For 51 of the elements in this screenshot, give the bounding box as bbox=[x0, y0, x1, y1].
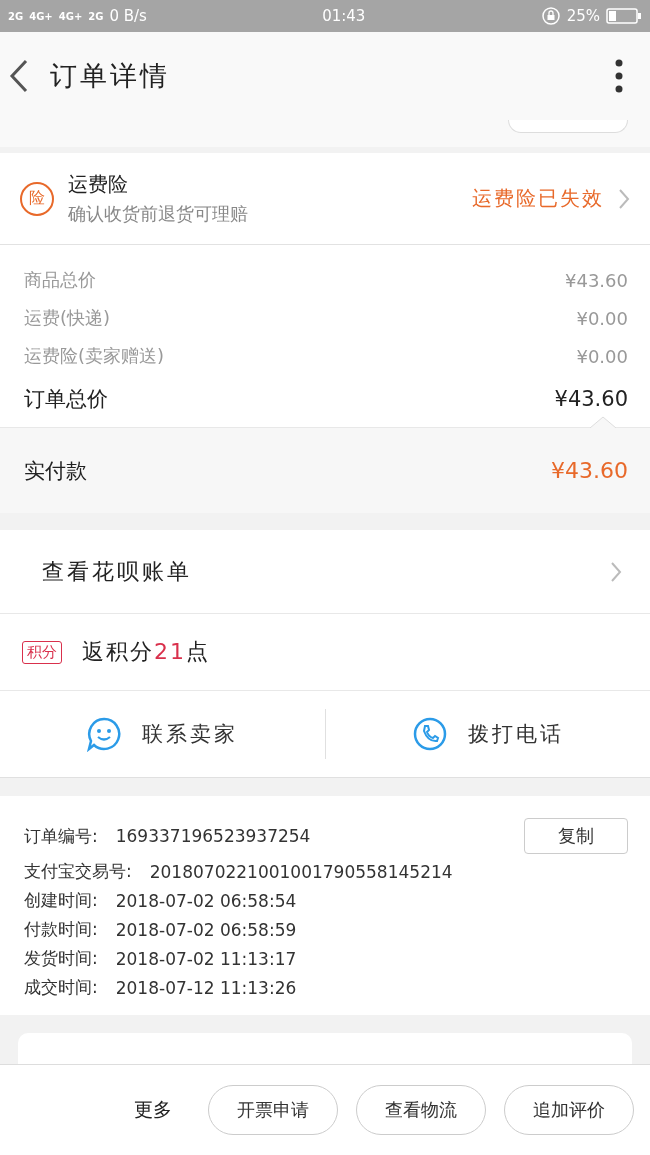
action-button[interactable]: 开票申请 bbox=[208, 1085, 338, 1135]
info-value: 2018070221001001790558145214 bbox=[149, 861, 454, 882]
points-tag: 积分 bbox=[22, 640, 62, 664]
chevron-right-icon bbox=[618, 187, 630, 210]
clock: 01:43 bbox=[322, 7, 366, 25]
page-title: 订单详情 bbox=[50, 59, 171, 93]
battery-percent: 25% bbox=[566, 7, 600, 25]
info-label: 发货时间: bbox=[24, 947, 98, 970]
copy-button[interactable]: 复制 bbox=[524, 818, 628, 854]
action-button[interactable]: 查看物流 bbox=[356, 1085, 486, 1135]
price-label: 商品总价 bbox=[24, 268, 96, 292]
price-label: 运费(快递) bbox=[24, 306, 111, 330]
price-label: 运费险(卖家赠送) bbox=[24, 344, 165, 368]
network-label: 4G+ bbox=[29, 10, 53, 22]
points-text: 返积分21 点 bbox=[82, 638, 210, 666]
info-label: 创建时间: bbox=[24, 889, 98, 912]
network-label: 2G bbox=[8, 10, 24, 22]
phone-icon bbox=[411, 716, 448, 752]
info-value: 2018-07-02 06:58:54 bbox=[115, 890, 298, 911]
info-label: 付款时间: bbox=[24, 918, 98, 941]
call-button[interactable]: 拨打电话 bbox=[324, 709, 650, 759]
info-value: 2018-07-02 11:13:17 bbox=[115, 948, 298, 969]
network-label: 2G bbox=[88, 10, 104, 22]
chat-bubble-icon bbox=[86, 716, 123, 752]
info-value: 2018-07-02 06:58:59 bbox=[115, 919, 298, 940]
insurance-badge: 险 bbox=[20, 181, 54, 216]
huabei-row[interactable]: 查看花呗账单 bbox=[0, 530, 650, 614]
price-value: ¥43.60 bbox=[565, 269, 628, 291]
contact-seller-button[interactable]: 联系卖家 bbox=[0, 709, 325, 759]
info-label: 订单编号: bbox=[24, 824, 98, 848]
action-button[interactable]: 追加评价 bbox=[504, 1085, 634, 1135]
more-link[interactable]: 更多 bbox=[134, 1097, 172, 1123]
rotation-lock-icon bbox=[540, 6, 561, 26]
price-value: ¥0.00 bbox=[576, 345, 628, 367]
network-label: 4G+ bbox=[58, 10, 83, 22]
more-menu-icon[interactable] bbox=[614, 58, 624, 94]
back-icon[interactable] bbox=[8, 58, 30, 94]
chevron-right-icon bbox=[610, 560, 622, 583]
info-value: 169337196523937254 bbox=[115, 826, 312, 846]
price-value: ¥0.00 bbox=[576, 307, 628, 329]
network-speed: 0 B/s bbox=[109, 7, 147, 25]
insurance-title: 运费险 bbox=[68, 171, 129, 198]
info-value: 2018-07-12 11:13:26 bbox=[115, 977, 298, 998]
info-label: 成交时间: bbox=[24, 976, 98, 999]
battery-icon bbox=[606, 7, 642, 25]
payment-label: 实付款 bbox=[24, 457, 87, 485]
price-label: 订单总价 bbox=[24, 386, 108, 413]
price-value: ¥43.60 bbox=[554, 387, 628, 411]
insurance-subtitle: 确认收货前退货可理赔 bbox=[68, 202, 249, 226]
info-label: 支付宝交易号: bbox=[24, 860, 132, 883]
payment-amount: ¥43.60 bbox=[551, 458, 628, 483]
